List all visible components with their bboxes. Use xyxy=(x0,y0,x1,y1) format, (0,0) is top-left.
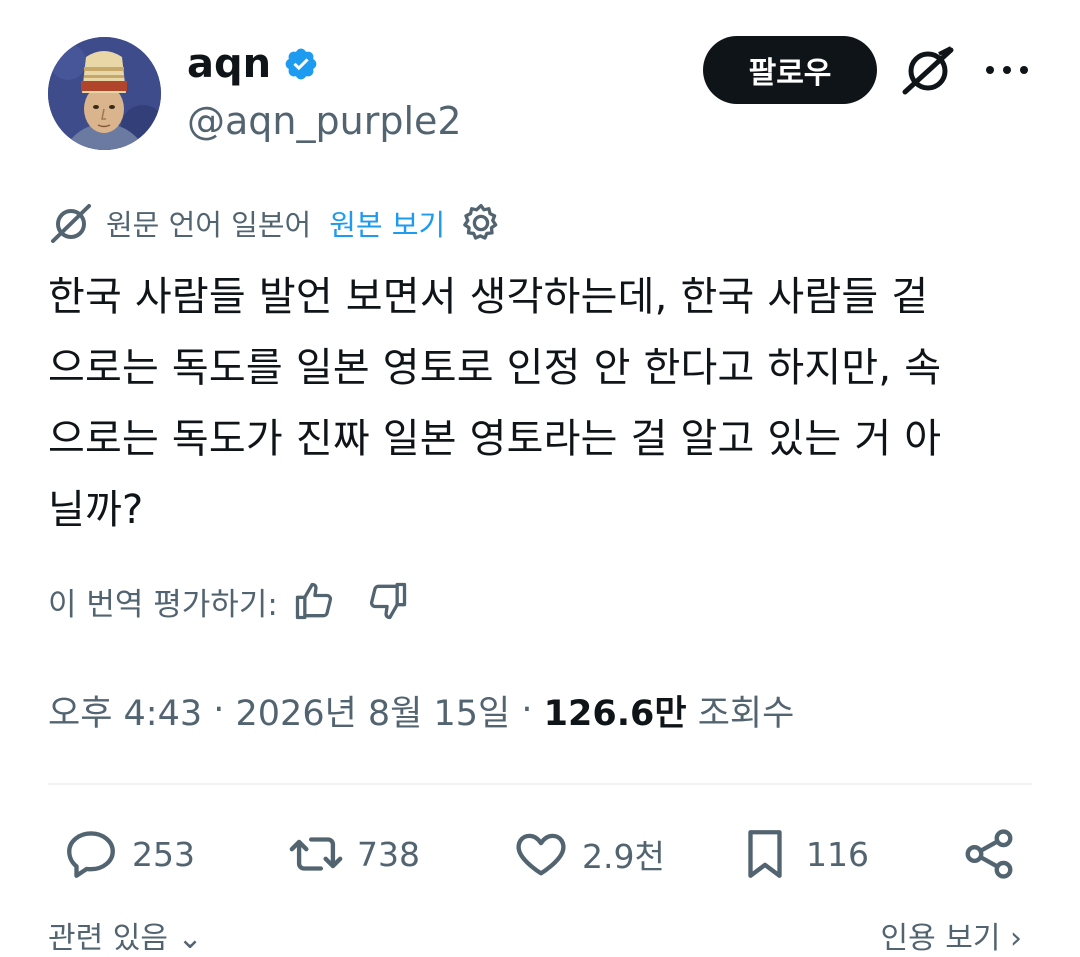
grok-translate-icon xyxy=(51,204,91,243)
share-icon xyxy=(965,829,1013,879)
divider xyxy=(48,783,1032,785)
retweet-icon xyxy=(289,837,343,871)
reply-button[interactable]: 253 xyxy=(62,822,195,886)
heart-icon xyxy=(516,833,566,876)
translation-info: 원문 언어 일본어 원본 보기 xyxy=(48,198,503,248)
tweet-time[interactable]: 오후 4:43 xyxy=(48,685,202,736)
verified-badge-icon xyxy=(285,48,317,80)
bookmark-count: 116 xyxy=(806,834,869,874)
follow-button[interactable]: 팔로우 xyxy=(703,36,877,104)
source-language-text: 원문 언어 일본어 xyxy=(106,208,312,242)
tweet-meta: 오후 4:43 · 2026년 8월 15일 · 126.6만 조회수 xyxy=(48,682,794,738)
retweet-button[interactable]: 738 xyxy=(287,822,420,886)
rate-translation: 이 번역 평가하기: xyxy=(48,575,410,627)
tweet-text: 한국 사람들 발언 보면서 생각하는데, 한국 사람들 겉 으로는 독도를 일본… xyxy=(48,274,942,533)
more-options-button[interactable] xyxy=(982,52,1032,88)
views-label: 조회수 xyxy=(686,693,795,734)
like-button[interactable]: 2.9천 xyxy=(512,822,665,886)
view-quotes-link[interactable]: 인용 보기 › xyxy=(881,913,1022,957)
bottom-row: 관련 있음 ⌄ 인용 보기 › xyxy=(48,913,1032,956)
bookmark-icon xyxy=(748,830,782,878)
show-original-link[interactable]: 원본 보기 xyxy=(329,202,445,244)
meta-separator: · xyxy=(202,690,236,730)
thumbs-down-icon[interactable] xyxy=(366,579,410,623)
gear-icon[interactable] xyxy=(459,201,503,245)
view-quotes-label: 인용 보기 xyxy=(880,921,1001,956)
share-button[interactable] xyxy=(960,822,1030,886)
name-row: aqn xyxy=(187,38,319,90)
retweet-count: 738 xyxy=(357,834,420,874)
more-dots-icon xyxy=(986,66,1028,74)
grok-button[interactable] xyxy=(899,44,957,96)
like-count: 2.9천 xyxy=(582,837,665,876)
views-count: 126.6만 xyxy=(543,693,687,734)
grok-icon xyxy=(902,46,954,95)
related-sort[interactable]: 관련 있음 ⌄ xyxy=(48,913,203,957)
tweet-date[interactable]: 2026년 8월 15일 xyxy=(236,685,511,736)
thumbs-up-icon[interactable] xyxy=(292,579,336,623)
reply-icon xyxy=(67,831,115,878)
rate-translation-label: 이 번역 평가하기: xyxy=(48,586,278,623)
reply-count: 253 xyxy=(132,834,195,874)
meta-separator-2: · xyxy=(510,690,544,730)
display-name[interactable]: aqn xyxy=(187,38,271,90)
avatar-painting-icon xyxy=(48,37,161,150)
avatar[interactable] xyxy=(48,37,161,150)
related-sort-label: 관련 있음 xyxy=(48,921,168,956)
user-handle[interactable]: @aqn_purple2 xyxy=(187,95,462,147)
bookmark-button[interactable]: 116 xyxy=(736,822,869,886)
